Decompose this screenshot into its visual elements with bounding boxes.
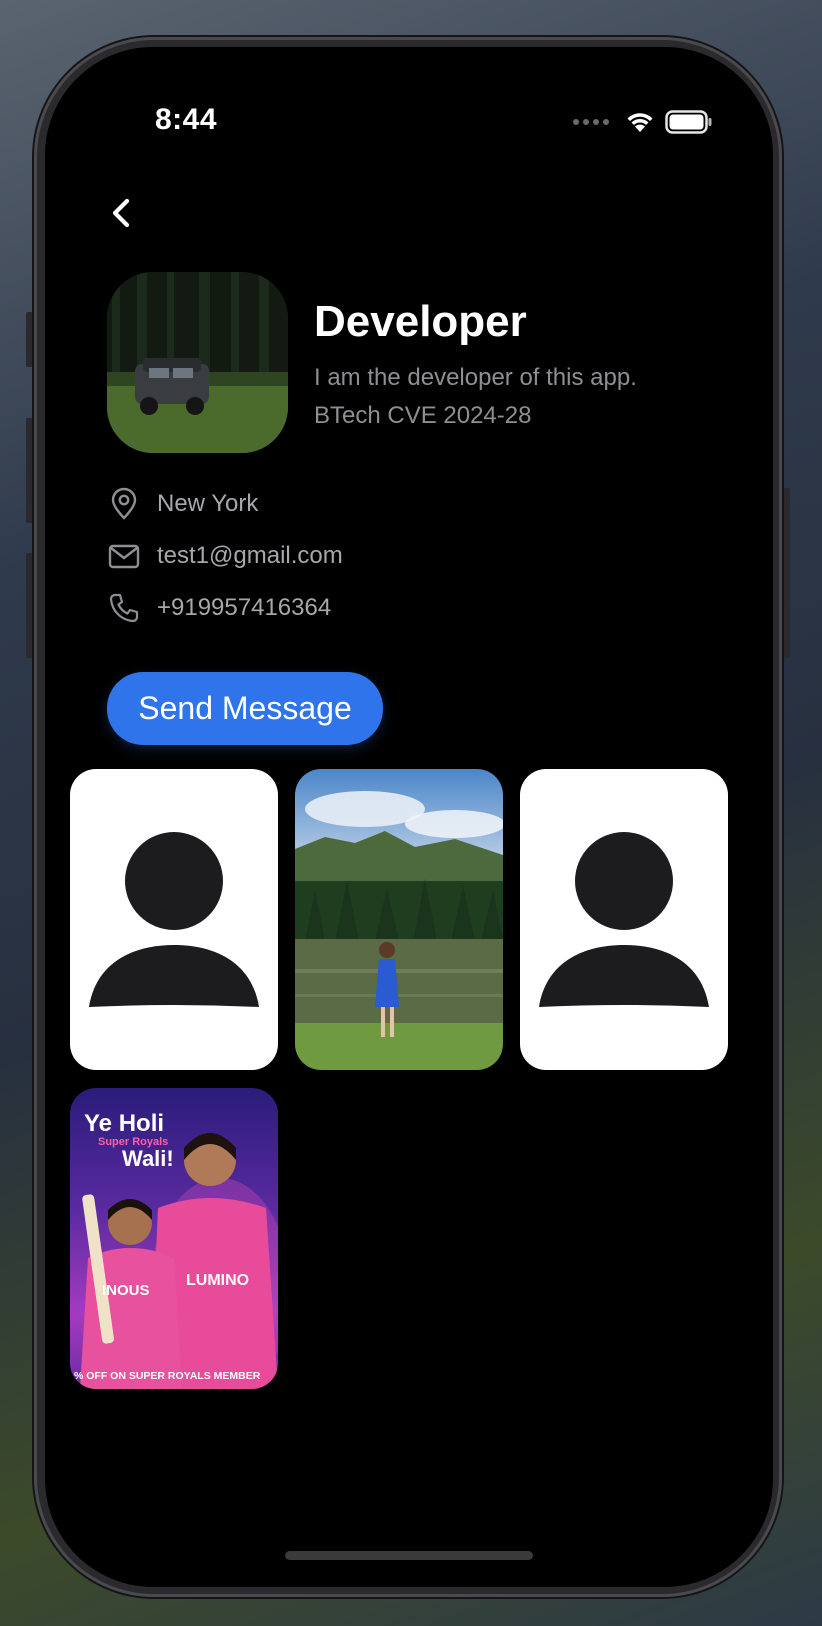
poster-footer: % OFF ON SUPER ROYALS MEMBER bbox=[74, 1370, 261, 1382]
poster-jersey-right: LUMINO bbox=[186, 1272, 250, 1289]
phone-icon bbox=[109, 593, 139, 623]
person-placeholder-icon bbox=[539, 832, 709, 1007]
cellular-signal-icon bbox=[573, 119, 609, 125]
bio-line-2: BTech CVE 2024-28 bbox=[314, 402, 532, 429]
phone-row[interactable]: +919957416364 bbox=[107, 588, 331, 628]
poster-jersey-left: INOUS bbox=[102, 1282, 150, 1299]
gallery-tile-photo[interactable] bbox=[295, 769, 503, 1070]
location-text: New York bbox=[157, 490, 259, 517]
location-pin-icon bbox=[111, 487, 137, 520]
gallery-tile-poster[interactable]: Ye Holi Super Royals Wali! INOUS LUMINO … bbox=[70, 1088, 278, 1389]
gallery-tile-placeholder-1[interactable] bbox=[70, 769, 278, 1070]
avatar-car-photo bbox=[107, 272, 288, 453]
email-text[interactable]: test1@gmail.com bbox=[157, 542, 343, 570]
gallery-tile-placeholder-2[interactable] bbox=[520, 769, 728, 1070]
lake-portrait-photo bbox=[295, 769, 503, 1070]
profile-avatar[interactable] bbox=[107, 272, 288, 453]
bio-line-1: I am the developer of this app. bbox=[314, 364, 637, 391]
wifi-icon bbox=[627, 113, 653, 132]
send-message-button[interactable]: Send Message bbox=[107, 672, 383, 745]
status-time: 8:44 bbox=[155, 103, 218, 136]
poster-title-line1: Ye Holi bbox=[84, 1110, 165, 1137]
phone-text[interactable]: +919957416364 bbox=[157, 594, 331, 622]
location-row: New York bbox=[107, 484, 258, 524]
profile-bio: I am the developer of this app. BTech CV… bbox=[314, 359, 637, 435]
battery-icon bbox=[665, 110, 712, 134]
back-chevron-icon[interactable] bbox=[103, 193, 143, 233]
home-indicator[interactable] bbox=[285, 1551, 533, 1560]
profile-name: Developer bbox=[314, 297, 527, 346]
person-placeholder-icon bbox=[89, 832, 259, 1007]
email-row[interactable]: test1@gmail.com bbox=[107, 536, 343, 576]
screen: 8:44 Developer I am the developer of thi… bbox=[45, 47, 773, 1587]
poster-title-line2: Wali! bbox=[122, 1146, 174, 1171]
envelope-icon bbox=[108, 544, 140, 569]
status-icons bbox=[573, 107, 713, 137]
